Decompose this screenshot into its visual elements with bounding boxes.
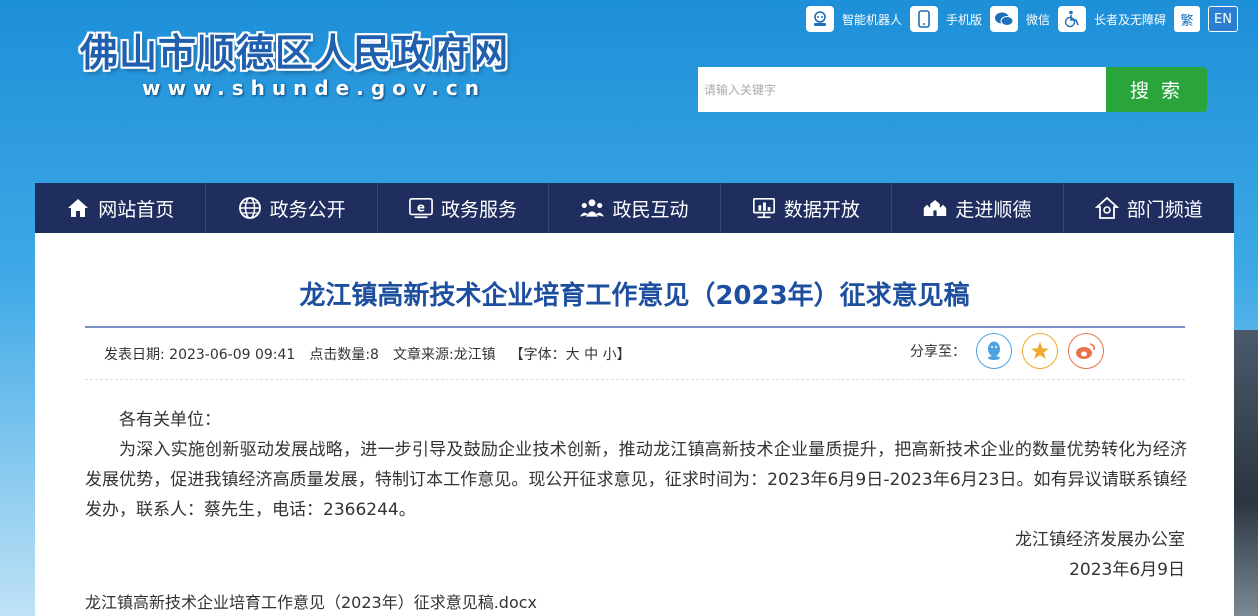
nav-item-public[interactable]: 政务公开 <box>206 183 378 233</box>
nav-item-department[interactable]: 部门频道 <box>1064 183 1234 233</box>
meta-divider <box>85 379 1185 380</box>
english-button[interactable]: EN <box>1208 6 1238 32</box>
top-links: 智能机器人 手机版 微信 长者及无障碍 繁 EN <box>805 6 1238 32</box>
traditional-chinese-button[interactable]: 繁 <box>1174 6 1201 32</box>
mobile-link[interactable]: 手机版 <box>910 6 982 32</box>
building-icon <box>923 196 947 220</box>
robot-icon <box>805 6 834 32</box>
qzone-icon[interactable] <box>1022 333 1058 369</box>
accessible-link[interactable]: 长者及无障碍 <box>1058 6 1166 32</box>
share-bar: 分享至： <box>910 333 1104 369</box>
main-nav: 网站首页 政务公开 e 政务服务 政民互动 数据开放 走进顺德 部门频道 <box>35 183 1234 233</box>
nav-label-data: 数据开放 <box>783 198 860 221</box>
people-icon <box>580 196 605 220</box>
nav-label-interact: 政民互动 <box>612 198 689 221</box>
site-title: 佛山市顺德区人民政府网 <box>80 31 510 75</box>
robot-label: 智能机器人 <box>841 12 902 27</box>
globe-icon <box>238 196 262 220</box>
nav-item-home[interactable]: 网站首页 <box>35 183 207 233</box>
attachment-link[interactable]: 龙江镇高新技术企业培育工作意见（2023年）征求意见稿.docx <box>85 589 537 613</box>
salutation: 各有关单位： <box>119 410 221 430</box>
qq-icon[interactable] <box>976 333 1012 369</box>
robot-link[interactable]: 智能机器人 <box>805 6 902 32</box>
signature: 龙江镇经济发展办公室 <box>1015 530 1185 550</box>
nav-label-department: 部门频道 <box>1126 198 1203 221</box>
house-icon <box>1094 196 1119 220</box>
article-source: 文章来源:龙江镇 <box>392 347 496 363</box>
search-button[interactable]: 搜 索 <box>1106 67 1207 112</box>
article-body: 各有关单位： 为深入实施创新驱动发展战略，进一步引导及鼓励企业技术创新，推动龙江… <box>85 405 1187 525</box>
wechat-label: 微信 <box>1026 12 1051 27</box>
mobile-label: 手机版 <box>946 12 983 27</box>
wheelchair-icon <box>1058 6 1087 32</box>
site-url: www.shunde.gov.cn <box>142 76 486 100</box>
svg-text:e: e <box>417 201 425 215</box>
wechat-link[interactable]: 微信 <box>990 6 1050 32</box>
weibo-icon[interactable] <box>1068 333 1104 369</box>
article-title: 龙江镇高新技术企业培育工作意见（2023年）征求意见稿 <box>299 281 970 311</box>
share-label: 分享至： <box>910 344 966 360</box>
nav-label-public: 政务公开 <box>269 198 346 221</box>
side-decoration <box>1234 330 1258 616</box>
search-bar: 搜 索 <box>698 67 1207 112</box>
nav-item-interact[interactable]: 政民互动 <box>549 183 721 233</box>
title-divider <box>85 326 1185 328</box>
nav-label-service: 政务服务 <box>441 198 518 221</box>
mobile-icon <box>910 6 938 32</box>
home-icon <box>66 196 90 220</box>
accessible-label: 长者及无障碍 <box>1094 12 1167 27</box>
font-size-switch[interactable]: 【字体：大 中 小】 <box>510 344 631 364</box>
wechat-icon <box>990 6 1019 32</box>
nav-label-home: 网站首页 <box>98 198 175 221</box>
sign-date: 2023年6月9日 <box>1069 560 1185 580</box>
nav-item-data[interactable]: 数据开放 <box>721 183 893 233</box>
nav-item-shunde[interactable]: 走进顺德 <box>892 183 1064 233</box>
nav-label-shunde: 走进顺德 <box>955 198 1032 221</box>
publish-date: 发表日期: 2023-06-09 09:41 <box>104 347 296 363</box>
ie-icon: e <box>409 196 433 220</box>
article-meta: 发表日期: 2023-06-09 09:41 点击数量:8 文章来源:龙江镇 【… <box>104 344 631 364</box>
click-count: 点击数量:8 <box>309 347 379 363</box>
data-icon <box>752 196 776 220</box>
article-panel: 龙江镇高新技术企业培育工作意见（2023年）征求意见稿 发表日期: 2023-0… <box>35 233 1234 616</box>
article-paragraph: 为深入实施创新驱动发展战略，进一步引导及鼓励企业技术创新，推动龙江镇高新技术企业… <box>85 440 1187 520</box>
nav-item-service[interactable]: e 政务服务 <box>378 183 550 233</box>
search-input[interactable] <box>698 67 1106 112</box>
